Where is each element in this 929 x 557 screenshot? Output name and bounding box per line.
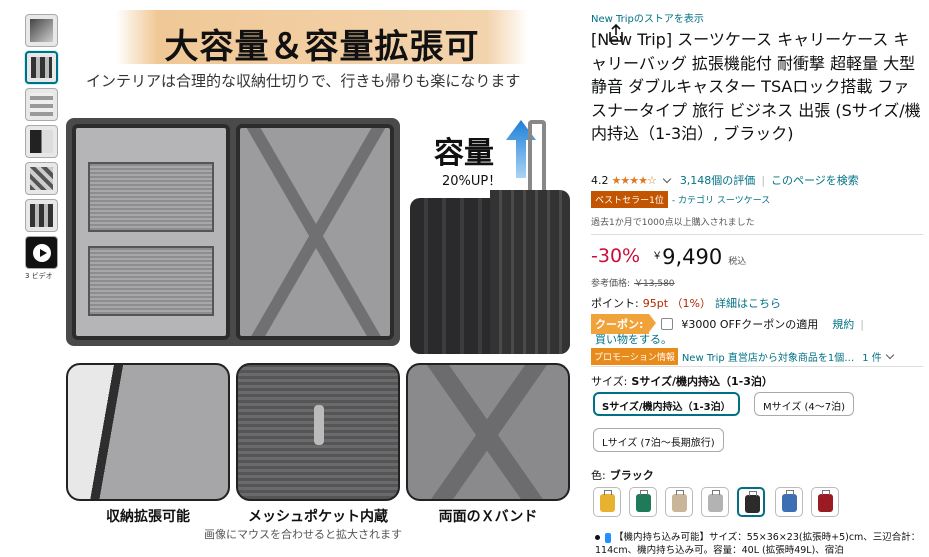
detail-x-band-image [406,363,570,501]
coupon-text[interactable]: ¥3000 OFFクーポンの適用 [681,316,818,332]
color-label: 色: [591,469,606,482]
play-icon [33,244,51,262]
caption-expansion: 収納拡張可能 [106,509,190,525]
capacity-up-label: 20%UP！ [442,174,502,189]
color-swatch-black[interactable] [737,487,765,517]
size-label: サイズ: [591,375,628,388]
promotion-row: プロモーション情報 New Trip 直営店から対象商品を1個… 1 件 [591,348,903,365]
image-headline: 大容量＆容量拡張可 [164,27,480,67]
open-suitcase-illustration [66,118,400,346]
search-page-link[interactable]: このページを検索 [771,172,859,188]
zoom-hint: 画像にマウスを合わせると拡大されます [204,528,402,541]
image-subline: インテリアは合理的な収納仕切りで、行きも帰りも楽になります [86,72,521,90]
tax-label: 税込 [728,257,747,267]
points-row: ポイント: 95pt （1%） 詳細はこちら [591,295,781,311]
divider [591,366,923,367]
size-option-m[interactable]: Mサイズ (4～7泊) [754,392,855,416]
main-product-image[interactable]: 大容量＆容量拡張可 インテリアは合理的な収納仕切りで、行きも帰りも楽になります … [64,0,623,557]
color-swatch-beige[interactable] [665,487,693,517]
promotion-count[interactable]: 1 件 [862,349,882,364]
color-row: 色: ブラック [591,467,654,483]
reference-price-label: 参考価格: [591,279,631,289]
promotion-link[interactable]: New Trip 直営店から対象商品を1個… [682,349,854,364]
feature-bullet: 【機内持ち込み可能】サイズ：55×36×23(拡張時+5)cm、三辺合計：114… [595,531,925,557]
coupon-terms-link[interactable]: 規約 [832,316,854,332]
currency-symbol: ￥ [652,251,663,262]
points-detail-link[interactable]: 詳細はこちら [715,297,781,310]
detail-expansion-image [66,363,230,501]
caption-x-band: 両面のＸバンド [438,509,538,525]
discount-percent: -30% [591,245,641,267]
divider [591,234,923,235]
bestseller-badge[interactable]: ベストセラー1位 [591,191,668,208]
thumbnail-5[interactable] [25,162,58,195]
color-swatch-silver[interactable] [701,487,729,517]
rating-value: 4.2 [591,173,609,187]
detail-mesh-pocket-image [236,363,400,501]
star-rating-icon[interactable]: ★★★★☆ [612,174,657,187]
shop-link[interactable]: 買い物をする。 [595,331,672,347]
review-count-link[interactable]: 3,148個の評価 [680,172,756,188]
bestseller-row: ベストセラー1位 - カテゴリ スーツケース [591,191,770,208]
price: 9,490 [662,245,723,269]
promotion-tag: プロモーション情報 [591,348,678,365]
size-selected-value: Sサイズ/機内持込（1-3泊） [631,375,773,388]
thumbnail-strip: 3 ビデオ [25,14,61,281]
size-option-s[interactable]: Sサイズ/機内持込（1-3泊） [593,392,740,416]
chevron-down-icon[interactable] [662,174,672,183]
reference-price: 参考価格: ￥13,580 [591,276,675,289]
thumbnail-1[interactable] [25,14,58,47]
color-swatch-yellow[interactable] [593,487,621,517]
video-count-label: 3 ビデオ [25,272,53,280]
price-row: -30% ￥ 9,490 税込 [591,245,746,269]
chevron-down-icon[interactable] [885,350,895,360]
points-label: ポイント: [591,297,639,310]
closed-suitcase-illustration [410,120,570,360]
color-swatch-red[interactable] [811,487,839,517]
thumbnail-4[interactable] [25,125,58,158]
size-option-l[interactable]: Lサイズ (7泊～長期旅行) [593,428,724,452]
color-swatch-green[interactable] [629,487,657,517]
headline-banner: 大容量＆容量拡張可 [116,10,528,67]
size-row: サイズ: Sサイズ/機内持込（1-3泊） [591,373,773,389]
category-link[interactable]: - カテゴリ スーツケース [672,193,770,206]
thumbnail-6[interactable] [25,199,58,232]
feature-text: 【機内持ち込み可能】サイズ：55×36×23(拡張時+5)cm、三辺合計：114… [595,532,921,556]
thumbnail-2-selected[interactable] [25,51,58,84]
caption-mesh-pocket: メッシュポケット内蔵 [248,509,388,525]
coupon-checkbox[interactable] [661,318,674,330]
video-thumbnail[interactable] [25,236,58,269]
thumbnail-3[interactable] [25,88,58,121]
store-link[interactable]: New Tripのストアを表示 [591,10,704,25]
info-icon [605,532,611,543]
rating-row: 4.2 ★★★★☆ 3,148個の評価 | このページを検索 [591,172,859,188]
color-swatch-blue[interactable] [775,487,803,517]
product-title: [New Trip] スーツケース キャリーケース キャリーバッグ 拡張機能付 … [591,30,921,143]
capacity-label: 容量 [434,136,494,171]
points-value: 95pt （1%） [642,297,711,310]
reference-price-value: ￥13,580 [634,279,675,289]
bullet-icon [595,535,600,540]
coupon-separator: | [860,317,864,331]
bought-count: 過去1か月で1000点以上購入されました [591,218,755,228]
color-selected-value: ブラック [609,469,654,482]
